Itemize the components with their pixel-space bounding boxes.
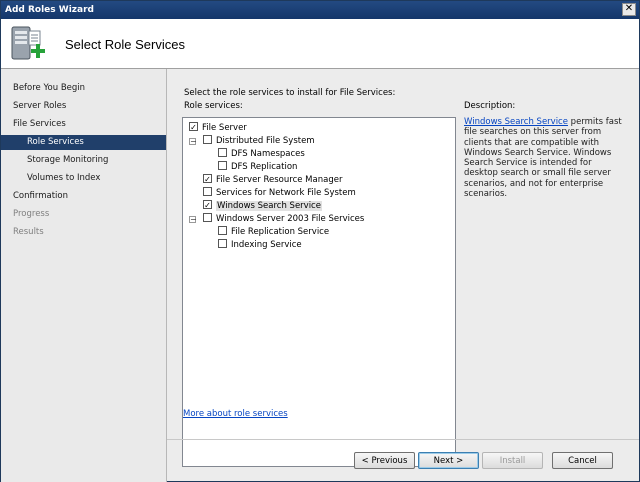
tree-item-label: File Server [202, 123, 247, 133]
button-bar: < Previous Next > Install Cancel [167, 439, 639, 469]
page-title: Select Role Services [65, 37, 185, 52]
close-icon: ✕ [624, 3, 634, 14]
instruction-text: Select the role services to install for … [184, 88, 396, 98]
nav-results: Results [13, 227, 44, 237]
checkbox[interactable] [218, 226, 227, 235]
close-button[interactable]: ✕ [622, 3, 636, 16]
checkbox[interactable] [218, 161, 227, 170]
next-button[interactable]: Next > [418, 452, 479, 469]
nav-progress: Progress [13, 209, 50, 219]
tree-item-label: DFS Replication [231, 162, 298, 172]
tree-item-label: File Server Resource Manager [216, 175, 343, 185]
wizard-step-list: Before You Begin Server Roles File Servi… [1, 69, 167, 482]
checkbox[interactable]: ✓ [189, 122, 198, 132]
description-label: Description: [464, 101, 516, 111]
collapse-icon[interactable]: − [189, 138, 197, 146]
collapse-icon[interactable]: − [189, 216, 197, 224]
checkbox[interactable] [203, 187, 212, 196]
tree-item-nfs[interactable]: Services for Network File System [203, 187, 356, 199]
checkbox[interactable]: ✓ [203, 200, 212, 210]
nav-confirmation[interactable]: Confirmation [1, 189, 166, 204]
nav-storage-monitoring[interactable]: Storage Monitoring [1, 153, 166, 168]
tree-item-label: Indexing Service [231, 240, 302, 250]
tree-item-label: Distributed File System [216, 136, 315, 146]
tree-item-label: Windows Server 2003 File Services [216, 214, 365, 224]
nav-volumes-to-index[interactable]: Volumes to Index [1, 171, 166, 186]
tree-item-dfs-namespaces[interactable]: DFS Namespaces [218, 148, 305, 160]
more-about-role-services-link[interactable]: More about role services [183, 409, 288, 419]
wizard-header: Select Role Services [1, 19, 639, 69]
server-add-icon [11, 26, 45, 60]
tree-item-fsrm[interactable]: ✓ File Server Resource Manager [203, 174, 342, 186]
checkbox[interactable] [203, 135, 212, 144]
description-text: Windows Search Service permits fast file… [464, 117, 624, 199]
description-body: permits fast file searches on this serve… [464, 117, 622, 200]
tree-item-label: Windows Search Service [216, 201, 322, 211]
tree-item-windows-search[interactable]: ✓ Windows Search Service [203, 200, 322, 212]
cancel-button[interactable]: Cancel [552, 452, 613, 469]
nav-file-services[interactable]: File Services [1, 117, 166, 132]
tree-item-dfs-replication[interactable]: DFS Replication [218, 161, 297, 173]
tree-item-indexing-service[interactable]: Indexing Service [218, 239, 302, 251]
tree-item-file-server[interactable]: ✓ File Server [189, 122, 247, 134]
tree-item-dfs[interactable]: Distributed File System [203, 135, 315, 147]
nav-server-roles[interactable]: Server Roles [1, 99, 166, 114]
title-bar: Add Roles Wizard ✕ [1, 1, 639, 19]
window-title: Add Roles Wizard [5, 5, 94, 15]
tree-item-label: DFS Namespaces [231, 149, 305, 159]
install-button: Install [482, 452, 543, 469]
tree-item-file-replication[interactable]: File Replication Service [218, 226, 329, 238]
wizard-window: Add Roles Wizard ✕ Select Role Services … [0, 0, 640, 482]
description-link[interactable]: Windows Search Service [464, 117, 568, 127]
checkbox[interactable] [203, 213, 212, 222]
previous-button[interactable]: < Previous [354, 452, 415, 469]
nav-role-services[interactable]: Role Services [1, 135, 166, 150]
nav-before-you-begin[interactable]: Before You Begin [1, 81, 166, 96]
main-content: Select the role services to install for … [167, 69, 639, 482]
checkbox[interactable] [218, 239, 227, 248]
checkbox[interactable] [218, 148, 227, 157]
checkbox[interactable]: ✓ [203, 174, 212, 184]
tree-item-ws2003-file-services[interactable]: Windows Server 2003 File Services [203, 213, 364, 225]
tree-item-label: File Replication Service [231, 227, 330, 237]
role-services-label: Role services: [184, 101, 243, 111]
tree-item-label: Services for Network File System [216, 188, 356, 198]
